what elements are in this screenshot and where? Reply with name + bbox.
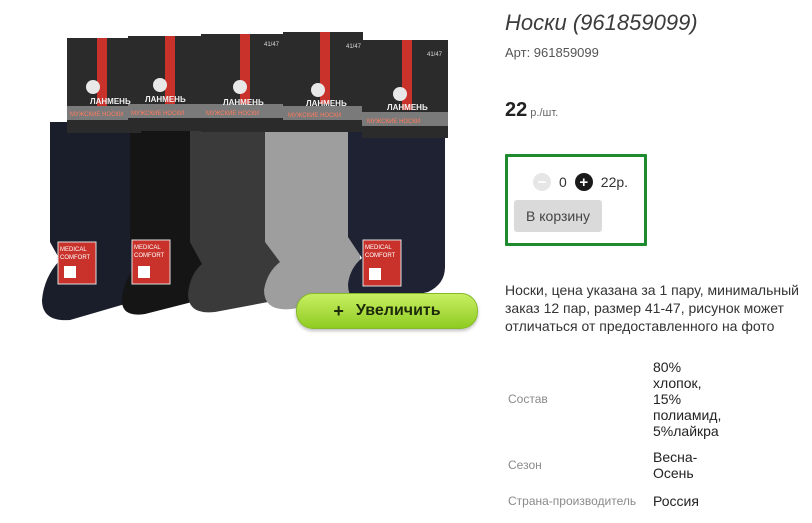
price-value: 22	[505, 99, 528, 121]
medical-badge: MEDICAL COMFORT	[362, 239, 402, 287]
badge-text-1: MEDICAL	[134, 245, 161, 251]
zoom-button[interactable]: + Увеличить	[296, 293, 478, 329]
badge-text-2: COMFORT	[365, 253, 396, 259]
specs-table: Состав 80% хлопок, 15% полиамид, 5%лайкр…	[505, 355, 728, 515]
spec-key: Состав	[508, 392, 548, 406]
product-price: 22 р./шт.	[505, 99, 558, 122]
brand-label: ЛАНМЕНЬ	[387, 103, 428, 112]
badge-text-2: COMFORT	[60, 255, 91, 261]
quantity-stepper: − 0 + 22р.	[533, 173, 628, 191]
add-to-cart-panel: − 0 + 22р. В корзину	[505, 154, 647, 246]
tag-subtitle: МУЖСКИЕ НОСКИ	[288, 113, 341, 119]
quantity-value: 0	[559, 174, 567, 190]
plus-icon: +	[333, 300, 344, 321]
table-row: Страна-производитель Россия	[505, 487, 728, 515]
spec-value: Весна-Осень	[653, 449, 698, 481]
product-sku: Арт: 961859099	[505, 45, 599, 60]
size-label: 41/47	[346, 44, 362, 50]
product-description: Носки, цена указана за 1 пару, минимальн…	[505, 282, 799, 334]
table-row: Сезон Весна-Осень	[505, 443, 728, 487]
socks-picture: ЛАНМЕНЬ ЛАНМЕНЬ ЛАНМЕНЬ ЛАНМЕНЬ ЛАНМЕНЬ …	[42, 32, 448, 321]
product-title: Носки (961859099)	[505, 10, 698, 35]
size-label: 41/47	[427, 52, 443, 58]
tag-subtitle: МУЖСКИЕ НОСКИ	[206, 111, 259, 117]
product-image[interactable]: ЛАНМЕНЬ ЛАНМЕНЬ ЛАНМЕНЬ ЛАНМЕНЬ ЛАНМЕНЬ …	[30, 22, 480, 332]
tag-subtitle: МУЖСКИЕ НОСКИ	[70, 112, 123, 118]
spec-value: Россия	[653, 493, 699, 509]
brand-label: ЛАНМЕНЬ	[223, 98, 264, 107]
brand-label: ЛАНМЕНЬ	[306, 99, 347, 108]
price-unit: р./шт.	[527, 107, 559, 119]
table-row: Состав 80% хлопок, 15% полиамид, 5%лайкр…	[505, 355, 728, 443]
medical-badge: MEDICAL COMFORT	[131, 239, 171, 285]
cart-sum: 22р.	[600, 174, 629, 190]
badge-text-1: MEDICAL	[365, 245, 392, 251]
sock-lightgray	[264, 112, 360, 310]
brand-label: ЛАНМЕНЬ	[90, 97, 131, 106]
add-to-cart-button[interactable]: В корзину	[514, 200, 602, 232]
zoom-button-label: Увеличить	[355, 302, 441, 319]
brand-label: ЛАНМЕНЬ	[145, 95, 186, 104]
sock-tag	[201, 34, 285, 132]
spec-key: Сезон	[508, 458, 542, 472]
tag-subtitle: МУЖСКИЕ НОСКИ	[367, 119, 420, 125]
medical-badge: MEDICAL COMFORT	[57, 241, 97, 285]
plus-circle-icon[interactable]: +	[574, 173, 593, 191]
size-label: 41/47	[264, 42, 280, 48]
badge-text-2: COMFORT	[134, 253, 165, 259]
spec-value: 80% хлопок, 15% полиамид, 5%лайкра	[653, 359, 722, 439]
badge-text-1: MEDICAL	[60, 247, 87, 253]
spec-key: Страна-производитель	[508, 494, 637, 508]
tag-subtitle: МУЖСКИЕ НОСКИ	[131, 111, 184, 117]
minus-icon[interactable]: −	[533, 173, 551, 191]
